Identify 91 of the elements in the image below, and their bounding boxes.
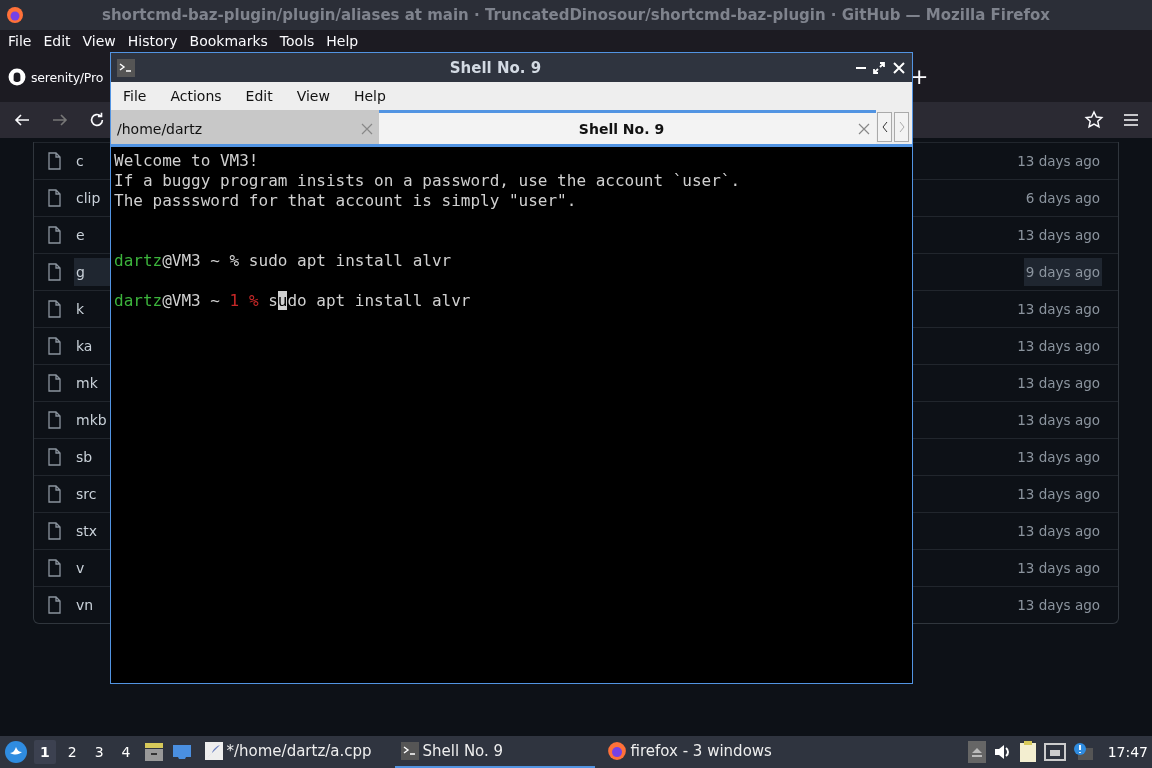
file-icon: [46, 374, 62, 392]
window-title: Shell No. 9: [448, 58, 543, 77]
feather-icon: [204, 742, 223, 760]
commit-time: 13 days ago: [1016, 226, 1101, 245]
minimize-icon: [856, 66, 866, 69]
terminal-line: dartz@VM3 ~ % sudo apt install alvr: [114, 251, 452, 271]
file-icon: [46, 226, 62, 244]
file-icon: [46, 300, 62, 318]
window-title: shortcmd-baz-plugin/plugin/aliases at main · TruncatedDinosour/shortcmd-baz-plugin · GitHub — Mozilla Firefox: [100, 6, 1051, 24]
menu-icon: [1122, 111, 1140, 129]
file-icon: [46, 263, 62, 281]
menu-item[interactable]: File: [117, 88, 157, 104]
file-name[interactable]: v: [74, 554, 114, 582]
commit-time: 6 days ago: [1024, 189, 1101, 208]
workspace-button[interactable]: 1: [34, 740, 56, 764]
commit-time: 13 days ago: [1016, 448, 1101, 467]
file-name[interactable]: k: [74, 295, 114, 323]
file-icon: [46, 152, 62, 170]
close-icon: [892, 60, 906, 75]
menu-item[interactable]: Edit: [239, 88, 283, 104]
eject-icon: [967, 741, 986, 763]
star-icon: [1084, 110, 1104, 130]
file-name[interactable]: src: [74, 480, 114, 508]
file-name[interactable]: vn: [74, 591, 114, 619]
file-icon: [46, 337, 62, 355]
menu-item[interactable]: File: [2, 33, 38, 49]
menu-item[interactable]: Bookmarks: [183, 33, 274, 49]
file-icon: [46, 596, 62, 614]
clock: 17:47: [1107, 744, 1148, 760]
file-icon: [46, 522, 62, 540]
menu-item[interactable]: History: [121, 33, 184, 49]
commit-time: 13 days ago: [1016, 596, 1101, 615]
file-name[interactable]: mk: [74, 369, 114, 397]
workspace-button[interactable]: 3: [88, 740, 110, 764]
file-name[interactable]: mkb: [74, 406, 114, 434]
commit-time: 9 days ago: [1023, 258, 1102, 286]
commit-time: 13 days ago: [1016, 337, 1101, 356]
close-icon: [361, 122, 373, 135]
file-name[interactable]: sb: [74, 443, 114, 471]
close-icon: [858, 122, 870, 135]
terminal-icon: [117, 58, 135, 77]
notification-icon: [1071, 742, 1094, 762]
terminal-line: dartz@VM3 ~ 1 % sudo apt install alvr: [114, 291, 471, 311]
taskbar-task[interactable]: firefox - 3 windows: [600, 736, 941, 768]
clipboard-icon: [1017, 741, 1038, 763]
terminal-line: The passsword for that account is simply "user".: [114, 191, 577, 211]
file-name[interactable]: stx: [74, 517, 114, 545]
commit-time: 13 days ago: [1016, 152, 1101, 171]
commit-time: 13 days ago: [1016, 374, 1101, 393]
new-tab-button[interactable]: +: [910, 64, 929, 89]
menu-item[interactable]: Edit: [37, 33, 77, 49]
chevron-left-icon: [880, 121, 889, 133]
taskbar-task[interactable]: Shell No. 9: [394, 736, 595, 768]
commit-time: 13 days ago: [1016, 411, 1101, 430]
reload-icon: [88, 111, 106, 129]
file-icon: [46, 411, 62, 429]
firefox-icon: [6, 6, 24, 24]
terminal-line: If a buggy program insists on a password, use the account `user`.: [114, 171, 741, 191]
file-icon: [46, 559, 62, 577]
firefox-icon: [606, 741, 627, 761]
file-name[interactable]: e: [74, 221, 114, 249]
browser-tab[interactable]: serenity/Pro: [8, 59, 104, 95]
workspace-button[interactable]: 4: [115, 740, 137, 764]
terminal-tab[interactable]: /home/dartz: [111, 110, 379, 144]
file-icon: [46, 448, 62, 466]
menu-item[interactable]: Actions: [164, 88, 232, 104]
menu-item[interactable]: Tools: [273, 33, 321, 49]
file-icon: [46, 485, 62, 503]
file-name[interactable]: c: [74, 147, 114, 175]
file-cabinet-icon: [142, 741, 165, 763]
menu-item[interactable]: View: [290, 88, 340, 104]
commit-time: 13 days ago: [1016, 522, 1101, 541]
chevron-right-icon: [897, 121, 906, 133]
file-icon: [46, 189, 62, 207]
terminal-line: Welcome to VM3!: [114, 151, 259, 171]
network-icon: [1043, 742, 1066, 762]
scroll-left-button[interactable]: [877, 112, 892, 142]
taskbar-task[interactable]: */home/dartz/a.cpp: [198, 736, 389, 768]
file-name[interactable]: clip: [74, 184, 114, 212]
menu-item[interactable]: Help: [320, 33, 365, 49]
commit-time: 13 days ago: [1016, 485, 1101, 504]
terminal-icon: [400, 742, 419, 760]
file-name[interactable]: ka: [74, 332, 114, 360]
workspace-button[interactable]: 2: [61, 740, 83, 764]
menu-item[interactable]: Help: [347, 88, 396, 104]
commit-time: 13 days ago: [1016, 300, 1101, 319]
commit-time: 13 days ago: [1016, 559, 1101, 578]
menu-item[interactable]: View: [76, 33, 122, 49]
maximize-icon: [872, 60, 886, 75]
terminal-tab[interactable]: Shell No. 9: [379, 110, 876, 144]
scroll-right-button[interactable]: [894, 112, 909, 142]
